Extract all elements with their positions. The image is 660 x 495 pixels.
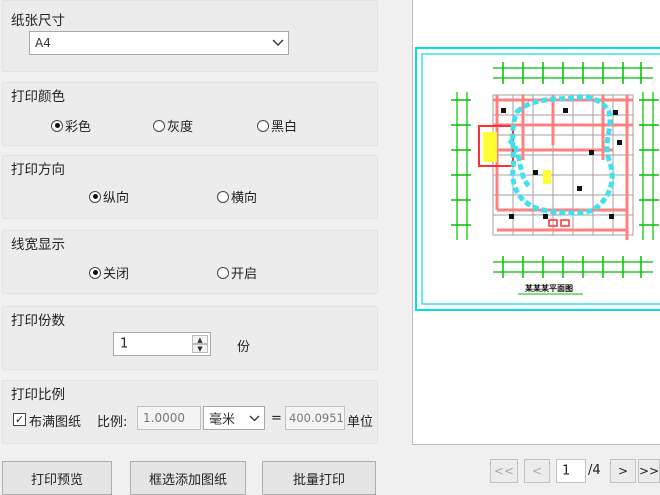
- last-page-button[interactable]: >>: [638, 459, 660, 483]
- frame-add-button[interactable]: 框选添加图纸: [130, 461, 246, 495]
- radio-off[interactable]: 关闭: [89, 263, 129, 282]
- radio-landscape-label: 横向: [231, 191, 258, 206]
- radio-color-label: 彩色: [65, 120, 92, 135]
- chevron-down-icon: [272, 36, 284, 50]
- copies-group: 打印份数 1 ▲ ▼ 份: [2, 306, 378, 370]
- fit-paper-label: 布满图纸: [29, 415, 82, 430]
- radio-portrait[interactable]: 纵向: [89, 187, 129, 206]
- next-page-button[interactable]: >: [610, 459, 636, 483]
- radio-on-label: 开启: [231, 267, 258, 282]
- drawing-preview: [415, 47, 660, 311]
- print-color-group: 打印颜色 彩色 灰度 黑白: [2, 82, 378, 146]
- radio-color-circle: [51, 119, 63, 132]
- page-total: /4: [588, 463, 601, 478]
- radio-bw[interactable]: 黑白: [257, 116, 297, 135]
- copies-spin-buttons: ▲ ▼: [192, 335, 208, 353]
- paper-size-value: A4: [35, 36, 51, 50]
- radio-gray-label: 灰度: [167, 120, 194, 135]
- radio-gray-circle: [153, 119, 165, 132]
- copies-title: 打印份数: [11, 313, 65, 329]
- copies-spinbox[interactable]: 1 ▲ ▼: [113, 332, 211, 356]
- result-input: 400.0951: [285, 406, 345, 430]
- scale-title: 打印比例: [11, 387, 65, 403]
- drawing-title: 某某某平面图: [525, 284, 573, 293]
- print-color-title: 打印颜色: [11, 89, 65, 105]
- copies-unit: 份: [237, 340, 251, 355]
- unit-select[interactable]: 毫米: [203, 406, 265, 430]
- ratio-value: 1.0000: [143, 411, 185, 425]
- page-number-input[interactable]: 1: [556, 459, 586, 483]
- radio-bw-circle: [257, 119, 269, 132]
- paper-size-select[interactable]: A4: [29, 31, 289, 55]
- prev-page-button[interactable]: <: [524, 459, 550, 483]
- line-width-group: 线宽显示 关闭 开启: [2, 230, 378, 294]
- print-preview-button[interactable]: 打印预览: [2, 461, 112, 495]
- radio-off-label: 关闭: [103, 267, 130, 282]
- radio-on[interactable]: 开启: [217, 263, 257, 282]
- radio-landscape[interactable]: 横向: [217, 187, 257, 206]
- radio-off-circle: [89, 266, 101, 279]
- chevron-down-icon: [249, 411, 260, 425]
- radio-portrait-circle: [89, 190, 101, 203]
- radio-gray[interactable]: 灰度: [153, 116, 193, 135]
- spin-up-icon[interactable]: ▲: [192, 335, 208, 344]
- result-value: 400.0951: [289, 411, 344, 425]
- radio-on-circle: [217, 266, 229, 279]
- paper-size-title: 纸张尺寸: [11, 13, 65, 29]
- ratio-input[interactable]: 1.0000: [137, 406, 201, 430]
- copies-value: 1: [120, 336, 129, 352]
- batch-print-button[interactable]: 批量打印: [262, 461, 376, 495]
- unit-value: 毫米: [209, 412, 236, 428]
- orientation-title: 打印方向: [11, 162, 65, 178]
- ratio-label: 比例:: [97, 415, 128, 430]
- page-number-value: 1: [562, 463, 571, 479]
- first-page-button[interactable]: <<: [490, 459, 518, 483]
- radio-landscape-circle: [217, 190, 229, 203]
- radio-color[interactable]: 彩色: [51, 116, 91, 135]
- equals-sign: =: [271, 411, 282, 426]
- paper-size-group: 纸张尺寸 A4: [2, 0, 378, 72]
- radio-portrait-label: 纵向: [103, 191, 130, 206]
- result-unit: 单位: [347, 415, 374, 430]
- orientation-group: 打印方向 纵向 横向: [2, 155, 378, 219]
- radio-bw-label: 黑白: [271, 120, 298, 135]
- print-preview-pane: 某某某平面图: [412, 0, 660, 445]
- fit-paper-checkbox[interactable]: ✓: [13, 413, 26, 426]
- spin-down-icon[interactable]: ▼: [192, 344, 208, 353]
- line-width-title: 线宽显示: [11, 237, 65, 253]
- scale-group: 打印比例 ✓ 布满图纸 比例: 1.0000 毫米 = 400.0951 单位: [2, 380, 378, 444]
